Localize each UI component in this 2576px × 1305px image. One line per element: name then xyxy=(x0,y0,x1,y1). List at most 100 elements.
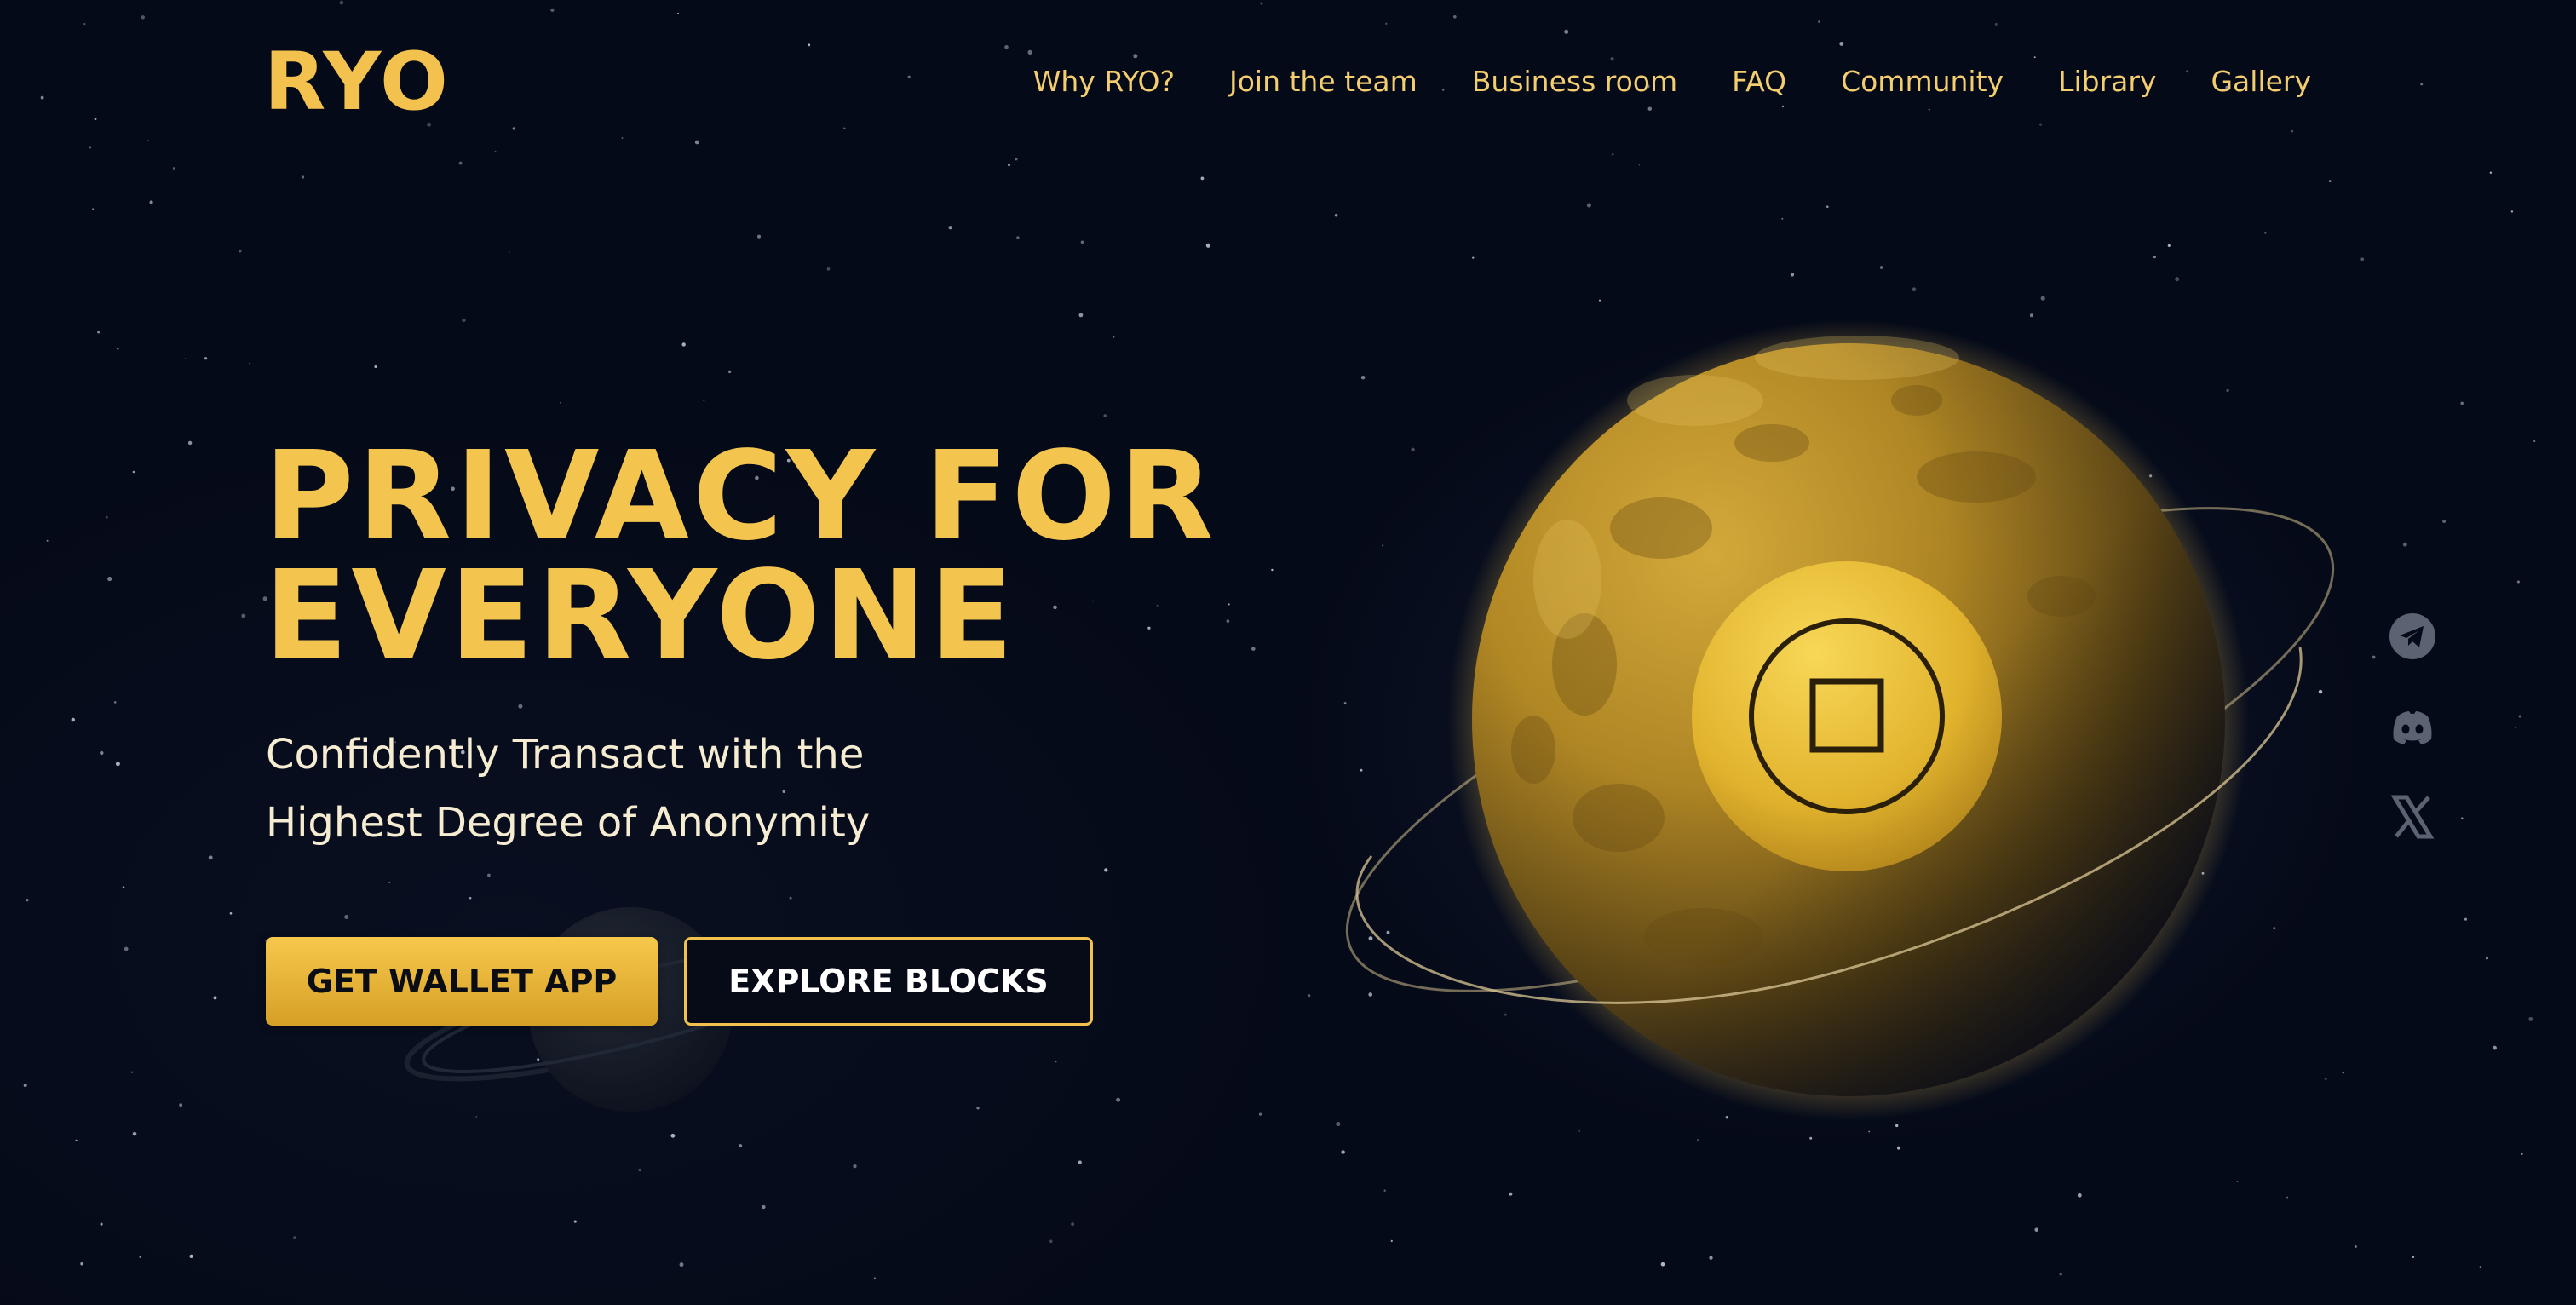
star xyxy=(1564,29,1569,34)
star xyxy=(2518,715,2521,718)
logo[interactable]: RYO xyxy=(264,43,450,123)
star xyxy=(1855,468,1860,472)
discord-icon[interactable] xyxy=(2388,702,2437,751)
star xyxy=(512,127,515,130)
star xyxy=(1903,854,1906,858)
star xyxy=(1946,933,1948,935)
star xyxy=(117,348,119,350)
star xyxy=(249,362,251,365)
hero-subtitle-line-1: Confidently Transact with the xyxy=(266,731,865,779)
star xyxy=(204,357,208,360)
get-wallet-app-button[interactable]: GET WALLET APP xyxy=(266,937,658,1026)
star xyxy=(621,137,624,139)
star xyxy=(2148,474,2153,478)
hero-subtitle: Confidently Transact with the Highest De… xyxy=(266,721,870,857)
star xyxy=(2489,171,2493,174)
star xyxy=(179,1103,183,1107)
star xyxy=(2291,129,2294,133)
star xyxy=(1647,106,1653,111)
star xyxy=(1879,266,1883,269)
star xyxy=(2201,815,2205,819)
star xyxy=(462,318,466,323)
star xyxy=(948,226,952,230)
star xyxy=(2460,401,2464,405)
star xyxy=(130,1071,133,1073)
star xyxy=(1205,243,1210,248)
star xyxy=(107,577,112,582)
star xyxy=(1341,1150,1345,1154)
star xyxy=(2226,388,2229,393)
star xyxy=(46,539,49,542)
star xyxy=(124,946,129,951)
explore-blocks-button[interactable]: EXPLORE BLOCKS xyxy=(684,937,1093,1026)
star xyxy=(1103,414,1107,417)
star xyxy=(1636,707,1641,712)
star xyxy=(2479,1266,2481,1268)
star xyxy=(1792,767,1796,770)
star xyxy=(100,750,104,756)
x-icon[interactable] xyxy=(2388,792,2437,842)
star xyxy=(1610,641,1613,644)
star xyxy=(789,896,792,900)
star xyxy=(1801,951,1804,955)
star xyxy=(1007,164,1011,167)
telegram-icon[interactable] xyxy=(2388,612,2437,661)
nav-community[interactable]: Community xyxy=(1841,65,2004,99)
star xyxy=(1812,839,1814,842)
star xyxy=(1839,41,1844,46)
star xyxy=(1822,784,1825,786)
star xyxy=(71,717,76,722)
hero-title: PRIVACY FOR EVERYONE xyxy=(264,434,1217,676)
star xyxy=(2077,1193,2082,1198)
nav-business-room[interactable]: Business room xyxy=(1472,65,1677,99)
star xyxy=(1709,1256,1713,1260)
star xyxy=(1735,851,1740,856)
star xyxy=(1818,20,1820,23)
star xyxy=(1133,54,1138,59)
star xyxy=(2264,231,2267,234)
star xyxy=(1343,702,1347,704)
star xyxy=(1251,647,1256,651)
star xyxy=(2236,1181,2239,1182)
star xyxy=(1809,1136,1813,1140)
star xyxy=(94,118,97,121)
star xyxy=(388,882,391,883)
nav-library[interactable]: Library xyxy=(2058,65,2156,99)
star xyxy=(132,1131,137,1136)
star xyxy=(115,762,120,767)
star xyxy=(694,140,699,145)
star xyxy=(1390,1239,1393,1243)
star xyxy=(2153,256,2156,259)
star xyxy=(1610,57,1614,61)
star xyxy=(1928,108,1930,111)
star xyxy=(1725,1116,1728,1119)
star xyxy=(172,167,175,170)
star xyxy=(1622,853,1627,858)
nav-faq[interactable]: FAQ xyxy=(1732,65,1786,99)
star xyxy=(1586,203,1591,208)
nav-join-the-team[interactable]: Join the team xyxy=(1229,65,1417,99)
star xyxy=(1923,478,1928,482)
star xyxy=(1228,603,1230,606)
star xyxy=(1673,662,1677,666)
nav-why-ryo[interactable]: Why RYO? xyxy=(1033,65,1175,99)
star xyxy=(1688,841,1693,845)
star xyxy=(1952,662,1957,667)
star xyxy=(2486,957,2488,960)
star xyxy=(1612,153,1614,156)
star xyxy=(2273,927,2276,930)
star xyxy=(1620,774,1625,779)
star xyxy=(1826,205,1829,209)
star xyxy=(826,267,831,271)
star xyxy=(1382,544,1384,547)
star xyxy=(2133,861,2137,865)
star xyxy=(2040,296,2045,301)
star xyxy=(1055,1061,1057,1063)
star xyxy=(1895,1124,1899,1128)
nav-gallery[interactable]: Gallery xyxy=(2211,65,2311,99)
star xyxy=(141,15,145,20)
star xyxy=(1781,217,1784,220)
star xyxy=(808,43,811,47)
star xyxy=(2328,180,2332,183)
star xyxy=(344,914,349,920)
